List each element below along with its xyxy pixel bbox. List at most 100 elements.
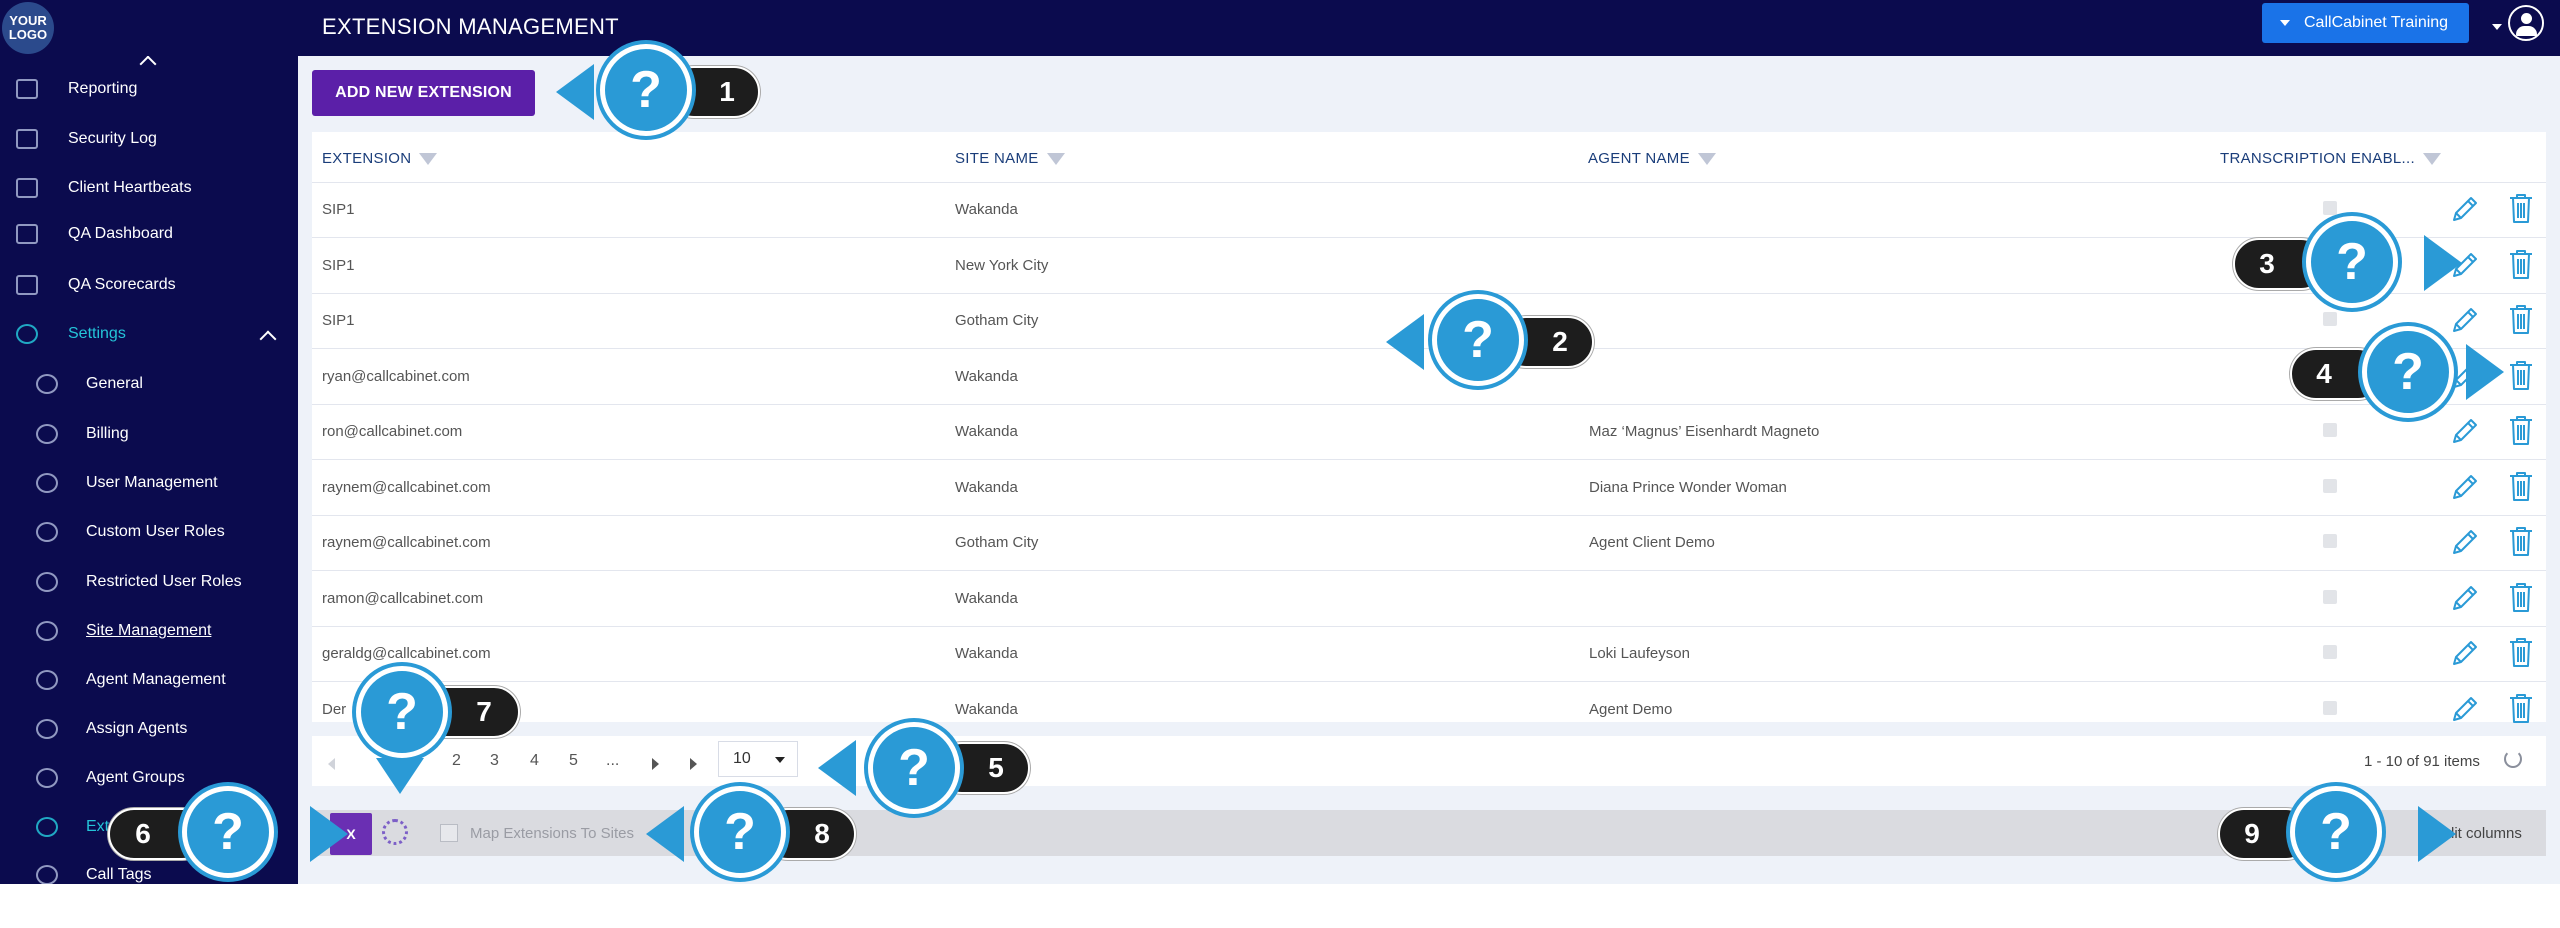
trash-icon[interactable] [2508,636,2534,668]
sidebar-item-agent-management[interactable]: Agent Management [0,665,298,695]
table-row[interactable]: ramon@callcabinet.com Wakanda [312,571,2546,627]
sidebar-item-label: Site Management [86,622,212,639]
transcription-checkbox [2323,645,2337,659]
help-question-icon[interactable]: ? [694,786,786,878]
gear-icon [16,324,38,344]
table-cell-site: Wakanda [955,645,1018,662]
user-avatar-icon[interactable] [2508,5,2544,41]
sidebar-item-qa-scorecards[interactable]: QA Scorecards [0,270,298,300]
filter-icon[interactable] [1046,152,1065,165]
table-row[interactable]: ron@callcabinet.com Wakanda Maz ‘Magnus’ E… [312,404,2546,460]
column-header-label: EXTENSION [322,150,412,167]
table-cell-extension: raynem@callcabinet.com [322,478,491,496]
chevron-down-icon[interactable] [2492,24,2502,30]
chevron-down-icon [2280,20,2290,26]
dashboard-icon [16,224,38,244]
sidebar-item-reporting[interactable]: Reporting [0,74,298,104]
account-button[interactable]: CallCabinet Training [2262,3,2469,43]
sidebar-item-user-management[interactable]: User Management [0,468,298,498]
pulse-icon [16,178,38,198]
sidebar-item-site-management[interactable]: Site Management [0,616,298,646]
sidebar-item-security-log[interactable]: Security Log [0,124,298,154]
help-question-icon[interactable]: ? [2362,326,2454,418]
trash-icon[interactable] [2508,192,2534,224]
headset-icon [36,670,58,690]
pencil-icon[interactable] [2450,583,2480,613]
page-size-value: 10 [733,750,751,767]
table-row[interactable]: Der Wakanda Agent Demo [312,682,2546,738]
pencil-icon[interactable] [2450,194,2480,224]
page-4[interactable]: 4 [530,752,539,770]
table-cell-extension: geraldg@callcabinet.com [322,645,491,662]
first-page-icon[interactable] [328,758,335,770]
group-icon [36,768,58,788]
page-size-select[interactable]: 10 [718,741,798,777]
sidebar-item-label: Security Log [68,130,157,147]
column-header-extension[interactable]: EXTENSION [322,150,438,167]
column-header-site-name[interactable]: SITE NAME [955,150,1065,167]
gear-icon[interactable] [382,819,408,845]
next-page-icon[interactable] [652,758,659,770]
trash-icon[interactable] [2508,248,2534,280]
page-3[interactable]: 3 [490,752,499,770]
table-row[interactable]: raynem@callcabinet.com Wakanda Diana Princ… [312,460,2546,516]
help-question-icon[interactable]: ? [2290,786,2382,878]
pencil-icon[interactable] [2450,472,2480,502]
table-row[interactable]: SIP1 Wakanda [312,182,2546,238]
table-row[interactable]: SIP1 New York City [312,238,2546,294]
help-question-icon[interactable]: ? [182,786,274,878]
trash-icon[interactable] [2508,470,2534,502]
trash-icon[interactable] [2508,525,2534,557]
sidebar-item-agent-groups[interactable]: Agent Groups [0,763,298,793]
page-5[interactable]: 5 [569,752,578,770]
pager: 2 3 4 5 ... 10 1 - 10 of 91 items [312,736,2546,786]
help-question-icon[interactable]: ? [356,666,448,758]
add-new-extension-button[interactable]: ADD NEW EXTENSION [312,70,535,116]
filter-icon[interactable] [419,152,438,165]
pencil-icon[interactable] [2450,694,2480,724]
map-extensions-checkbox[interactable] [440,824,458,842]
table-row[interactable]: geraldg@callcabinet.com Wakanda Loki Laufe… [312,626,2546,682]
filter-icon[interactable] [2422,152,2441,165]
sidebar-item-general[interactable]: General [0,369,298,399]
sidebar-item-client-heartbeats[interactable]: Client Heartbeats [0,173,298,203]
pencil-icon[interactable] [2450,527,2480,557]
table-cell-agent: Loki Laufeyson [1589,645,1690,662]
sidebar-item-custom-user-roles[interactable]: Custom User Roles [0,517,298,547]
chart-icon [16,79,38,99]
column-header-agent-name[interactable]: AGENT NAME [1588,150,1716,167]
filter-icon[interactable] [1697,152,1716,165]
page-more[interactable]: ... [606,752,619,770]
sidebar-item-qa-dashboard[interactable]: QA Dashboard [0,219,298,249]
sidebar-item-assign-agents[interactable]: Assign Agents [0,714,298,744]
trash-icon[interactable] [2508,414,2534,446]
help-question-icon[interactable]: ? [600,44,692,136]
sidebar-item-label: Restricted User Roles [86,573,242,590]
pencil-icon[interactable] [2450,416,2480,446]
refresh-icon[interactable] [2504,750,2522,768]
help-question-icon[interactable]: ? [1432,294,1524,386]
column-header-transcription-enabled[interactable]: TRANSCRIPTION ENABL... [2220,150,2441,167]
globe-icon [36,374,58,394]
trash-icon[interactable] [2508,359,2534,391]
transcription-checkbox [2323,312,2337,326]
trash-icon[interactable] [2508,581,2534,613]
page-2[interactable]: 2 [452,752,461,770]
pencil-icon[interactable] [2450,638,2480,668]
sidebar-item-billing[interactable]: Billing [0,419,298,449]
sidebar-item-label: Settings [68,325,126,342]
trash-icon[interactable] [2508,303,2534,335]
sidebar-item-restricted-user-roles[interactable]: Restricted User Roles [0,567,298,597]
chevron-up-icon[interactable] [139,56,157,73]
trash-icon[interactable] [2508,692,2534,724]
pencil-icon[interactable] [2450,305,2480,335]
extension-icon [36,817,58,837]
table-row[interactable]: ryan@callcabinet.com Wakanda [312,349,2546,405]
help-question-icon[interactable]: ? [2306,216,2398,308]
table-row[interactable]: SIP1 Gotham City [312,293,2546,349]
last-page-icon[interactable] [690,758,697,770]
help-pointer [556,64,594,120]
sidebar-item-settings[interactable]: Settings [0,319,298,349]
help-question-icon[interactable]: ? [868,722,960,814]
table-row[interactable]: raynem@callcabinet.com Gotham City Agent C… [312,515,2546,571]
